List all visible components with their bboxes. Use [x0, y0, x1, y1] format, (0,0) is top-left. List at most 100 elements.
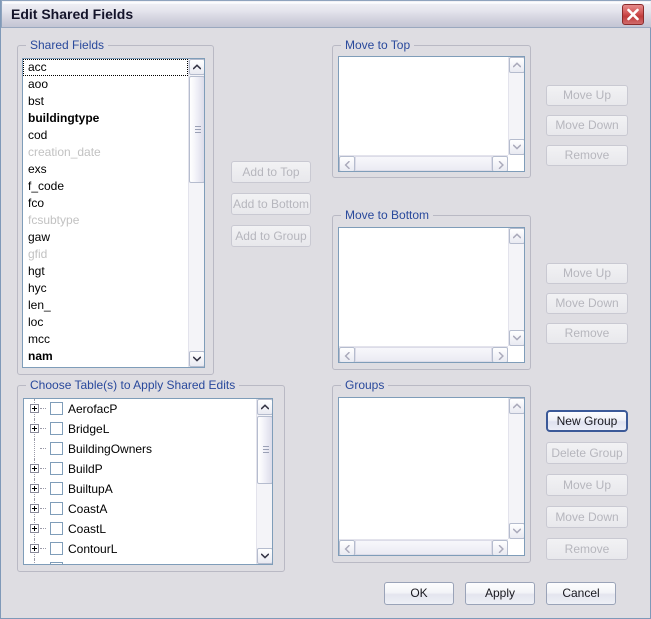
shared-field-item[interactable]: hgt	[23, 263, 188, 280]
scroll-down-button[interactable]	[509, 523, 524, 539]
shared-field-item[interactable]: nm3	[23, 365, 188, 367]
close-button[interactable]	[622, 4, 644, 25]
scroll-left-button[interactable]	[339, 540, 355, 555]
shared-field-item[interactable]: creation_date	[23, 144, 188, 161]
shared-field-item[interactable]: acc	[23, 59, 188, 76]
shared-field-item[interactable]: mcc	[23, 331, 188, 348]
shared-field-item[interactable]: loc	[23, 314, 188, 331]
expand-plus-icon[interactable]	[30, 404, 39, 413]
table-name-label: ContourL	[68, 542, 118, 556]
scroll-left-button[interactable]	[339, 156, 355, 171]
new-group-button[interactable]: New Group	[546, 410, 628, 432]
scroll-left-button[interactable]	[339, 347, 355, 362]
remove-button: Remove	[546, 145, 628, 166]
scroll-right-button[interactable]	[492, 347, 508, 362]
shared-field-item[interactable]: fcsubtype	[23, 212, 188, 229]
table-checkbox[interactable]	[50, 482, 63, 495]
expand-plus-icon[interactable]	[30, 464, 39, 473]
cancel-button[interactable]: Cancel	[546, 582, 616, 605]
groups-listbox[interactable]	[338, 397, 525, 556]
move-to-top-items	[339, 57, 508, 155]
table-tree-item[interactable]: CoastL	[24, 519, 256, 539]
move-to-bottom-listbox[interactable]	[338, 227, 525, 363]
groups-vscrollbar[interactable]	[508, 398, 524, 539]
expand-plus-icon[interactable]	[30, 544, 39, 553]
shared-field-item[interactable]: f_code	[23, 178, 188, 195]
groups-hscrollbar[interactable]	[339, 539, 508, 555]
table-tree-item[interactable]: BuildingOwners	[24, 439, 256, 459]
scroll-up-button[interactable]	[509, 228, 524, 244]
tree-line	[40, 428, 46, 430]
shared-field-item[interactable]: gfid	[23, 246, 188, 263]
scroll-right-button[interactable]	[492, 156, 508, 171]
shared-fields-listbox[interactable]: acc aoo bst buildingtype cod creation_date exs…	[22, 58, 205, 368]
title-bar: Edit Shared Fields	[1, 0, 651, 28]
choose-tables-label: Choose Table(s) to Apply Shared Edits	[26, 378, 240, 392]
tables-tree-items: AerofacP BridgeL BuildingOwners BuildP Built…	[24, 399, 256, 564]
table-checkbox[interactable]	[50, 522, 63, 535]
tables-vscrollbar[interactable]	[256, 399, 272, 564]
shared-field-item[interactable]: fco	[23, 195, 188, 212]
move-to-top-label: Move to Top	[341, 38, 415, 52]
scroll-track[interactable]	[355, 347, 492, 362]
table-checkbox[interactable]	[50, 442, 63, 455]
scroll-down-button[interactable]	[509, 139, 524, 155]
shared-field-item[interactable]: hyc	[23, 280, 188, 297]
table-tree-item[interactable]: BuildP	[24, 459, 256, 479]
remove-button: Remove	[546, 323, 628, 344]
table-checkbox[interactable]	[50, 462, 63, 475]
shared-field-item[interactable]: aoo	[23, 76, 188, 93]
expand-plus-icon[interactable]	[30, 524, 39, 533]
table-checkbox[interactable]	[50, 502, 63, 515]
shared-field-item[interactable]: gaw	[23, 229, 188, 246]
ok-button[interactable]: OK	[384, 582, 454, 605]
scroll-down-button[interactable]	[189, 351, 204, 367]
move-down-button: Move Down	[546, 293, 628, 314]
shared-field-item[interactable]: buildingtype	[23, 110, 188, 127]
table-checkbox[interactable]	[50, 402, 63, 415]
scroll-right-button[interactable]	[492, 540, 508, 555]
scroll-down-button[interactable]	[257, 548, 272, 564]
scroll-track[interactable]	[355, 156, 492, 171]
add-to-top-button: Add to Top	[231, 161, 311, 183]
move-up-button: Move Up	[546, 474, 628, 496]
table-name-label: ElevP	[68, 559, 99, 564]
table-tree-item[interactable]: ContourL	[24, 539, 256, 559]
table-name-label: CoastA	[68, 502, 108, 516]
scroll-up-button[interactable]	[509, 398, 524, 414]
move-to-top-listbox[interactable]	[338, 56, 525, 172]
move-to-bottom-vscrollbar[interactable]	[508, 228, 524, 346]
scroll-thumb[interactable]	[257, 416, 272, 484]
scroll-up-button[interactable]	[189, 59, 204, 75]
shared-fields-vscrollbar[interactable]	[188, 59, 204, 367]
table-tree-item[interactable]: CoastA	[24, 499, 256, 519]
table-checkbox[interactable]	[50, 422, 63, 435]
expand-plus-icon[interactable]	[30, 484, 39, 493]
move-to-bottom-hscrollbar[interactable]	[339, 346, 508, 362]
shared-field-item[interactable]: exs	[23, 161, 188, 178]
table-tree-item[interactable]: AerofacP	[24, 399, 256, 419]
apply-button[interactable]: Apply	[465, 582, 535, 605]
shared-fields-items: acc aoo bst buildingtype cod creation_date exs…	[23, 59, 188, 367]
tree-line	[40, 528, 46, 530]
table-checkbox[interactable]	[50, 562, 63, 564]
groups-items	[339, 398, 508, 539]
move-to-top-hscrollbar[interactable]	[339, 155, 508, 171]
shared-field-item[interactable]: bst	[23, 93, 188, 110]
table-tree-item[interactable]: BuiltupA	[24, 479, 256, 499]
shared-field-item[interactable]: len_	[23, 297, 188, 314]
expand-plus-icon[interactable]	[30, 424, 39, 433]
table-checkbox[interactable]	[50, 542, 63, 555]
scroll-thumb[interactable]	[189, 76, 204, 183]
choose-tables-treeview[interactable]: AerofacP BridgeL BuildingOwners BuildP Built…	[23, 398, 273, 565]
expand-plus-icon[interactable]	[30, 504, 39, 513]
scroll-up-button[interactable]	[257, 399, 272, 415]
shared-field-item[interactable]: nam	[23, 348, 188, 365]
scroll-up-button[interactable]	[509, 57, 524, 73]
shared-field-item[interactable]: cod	[23, 127, 188, 144]
scroll-down-button[interactable]	[509, 330, 524, 346]
move-to-top-vscrollbar[interactable]	[508, 57, 524, 155]
table-tree-item[interactable]: ElevP	[24, 559, 256, 564]
scroll-track[interactable]	[355, 540, 492, 555]
table-tree-item[interactable]: BridgeL	[24, 419, 256, 439]
